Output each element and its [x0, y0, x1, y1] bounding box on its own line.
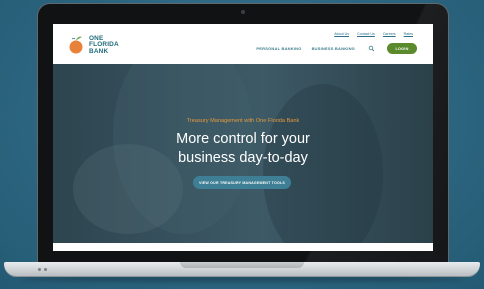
browser-screen: ONE FLORIDA BANK About Us Contact Us Car…	[53, 24, 433, 251]
main-nav: PERSONAL BANKING BUSINESS BANKING	[256, 46, 355, 51]
status-light-icon	[44, 268, 47, 271]
hero-tagline: Treasury Management with One Florida Ban…	[186, 118, 300, 124]
content-strip	[53, 243, 433, 251]
logo-line-bank: BANK	[89, 47, 109, 55]
site-logo[interactable]: ONE FLORIDA BANK	[67, 33, 143, 57]
laptop-shadow	[20, 276, 464, 282]
logo-text: ONE FLORIDA BANK	[89, 35, 119, 55]
utility-links: About Us Contact Us Careers Rates	[334, 32, 413, 36]
laptop-base	[4, 262, 480, 276]
login-button[interactable]: LOGIN	[387, 43, 417, 54]
status-light-icon	[38, 268, 41, 271]
laptop-notch	[180, 262, 304, 268]
nav-business-banking[interactable]: BUSINESS BANKING	[312, 46, 355, 51]
link-contact-us[interactable]: Contact Us	[357, 32, 375, 36]
link-about-us[interactable]: About Us	[334, 32, 349, 36]
camera-icon	[241, 10, 245, 14]
hero-headline-line2: business day-to-day	[178, 150, 308, 166]
treasury-tools-button[interactable]: VIEW OUR TREASURY MANAGEMENT TOOLS	[193, 176, 291, 189]
orange-logo-icon	[69, 36, 83, 54]
hero-headline: More control for your business day-to-da…	[53, 130, 433, 168]
search-icon[interactable]	[368, 45, 375, 52]
link-rates[interactable]: Rates	[404, 32, 413, 36]
link-careers[interactable]: Careers	[383, 32, 396, 36]
hero-banner: Treasury Management with One Florida Ban…	[53, 64, 433, 243]
nav-personal-banking[interactable]: PERSONAL BANKING	[256, 46, 301, 51]
hero-headline-line1: More control for your	[176, 131, 310, 147]
site-header: ONE FLORIDA BANK About Us Contact Us Car…	[53, 24, 433, 64]
